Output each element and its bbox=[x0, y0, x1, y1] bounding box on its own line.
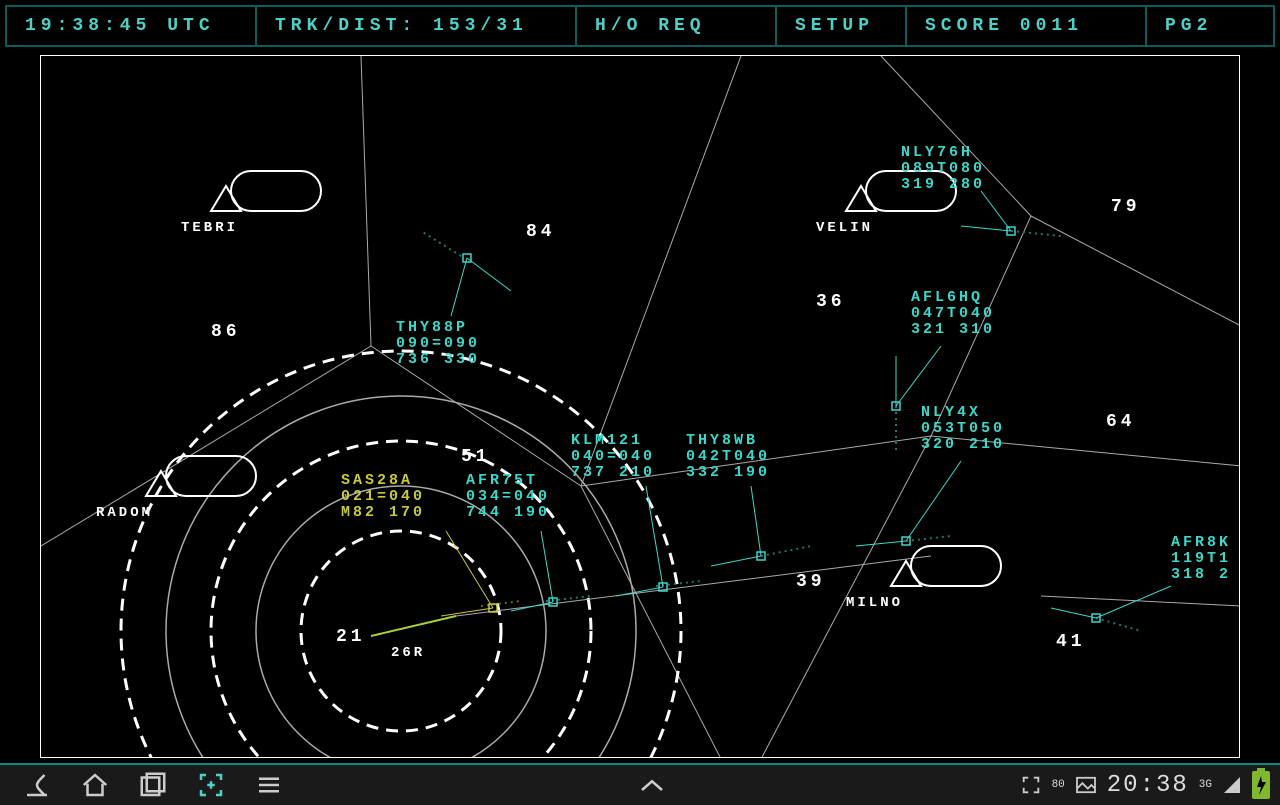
range-ring bbox=[166, 396, 636, 758]
aircraft-thy88p[interactable]: THY88P 090=090 736 330 bbox=[396, 231, 511, 368]
radar-scope[interactable]: 26R TEBRI RADOM VELIN MILNO 21 86 84 51 … bbox=[40, 55, 1240, 758]
sector-num: 21 bbox=[336, 627, 366, 647]
svg-text:053T050: 053T050 bbox=[921, 420, 1005, 437]
svg-text:AFR8K: AFR8K bbox=[1171, 534, 1231, 551]
sector-num: 41 bbox=[1056, 632, 1086, 652]
sector-num: 51 bbox=[461, 447, 491, 467]
utc-time: 19:38:45 UTC bbox=[7, 7, 257, 45]
svg-text:042T040: 042T040 bbox=[686, 448, 770, 465]
svg-text:TEBRI: TEBRI bbox=[181, 220, 238, 236]
svg-text:NLY76H: NLY76H bbox=[901, 144, 973, 161]
signal-icon bbox=[1222, 775, 1242, 795]
back-icon[interactable] bbox=[22, 770, 52, 800]
svg-text:VELIN: VELIN bbox=[816, 220, 873, 236]
sector-num: 39 bbox=[796, 572, 826, 592]
sector-num: 36 bbox=[816, 292, 846, 312]
sector-boundary bbox=[881, 56, 1031, 436]
svg-text:040=040: 040=040 bbox=[571, 448, 655, 465]
page-indicator[interactable]: PG2 bbox=[1147, 7, 1273, 45]
svg-text:THY88P: THY88P bbox=[396, 319, 468, 336]
svg-text:744 190: 744 190 bbox=[466, 504, 550, 521]
chevron-up-icon[interactable] bbox=[637, 775, 667, 795]
svg-text:321 310: 321 310 bbox=[911, 321, 995, 338]
fix-tebri: TEBRI bbox=[181, 171, 321, 236]
runway-label: 26R bbox=[391, 645, 425, 661]
fix-milno: MILNO bbox=[846, 546, 1001, 611]
sector-num: 84 bbox=[526, 222, 556, 242]
sector-boundary bbox=[1031, 216, 1240, 326]
sector-num: 64 bbox=[1106, 412, 1136, 432]
svg-text:090=090: 090=090 bbox=[396, 335, 480, 352]
svg-text:MILNO: MILNO bbox=[846, 595, 903, 611]
svg-text:NLY4X: NLY4X bbox=[921, 404, 981, 421]
handoff-request-button[interactable]: H/O REQ bbox=[577, 7, 777, 45]
svg-text:AFR75T: AFR75T bbox=[466, 472, 538, 489]
sector-boundary bbox=[581, 486, 721, 758]
fix-radom: RADOM bbox=[96, 456, 256, 521]
score-display: SCORE 0011 bbox=[907, 7, 1147, 45]
sector-num: 86 bbox=[211, 322, 241, 342]
sector-num: 79 bbox=[1111, 197, 1141, 217]
svg-text:RADOM: RADOM bbox=[96, 505, 153, 521]
aircraft-klm121[interactable]: KLM121 040=040 737 210 bbox=[571, 432, 701, 596]
menu-icon[interactable] bbox=[254, 770, 284, 800]
svg-text:737 210: 737 210 bbox=[571, 464, 655, 481]
svg-text:047T040: 047T040 bbox=[911, 305, 995, 322]
android-nav-bar: 80 20:38 3G bbox=[0, 763, 1280, 805]
svg-text:319 280: 319 280 bbox=[901, 176, 985, 193]
aircraft-nly76h[interactable]: NLY76H 089T080 319 280 bbox=[901, 144, 1061, 236]
aircraft-afr75t[interactable]: AFR75T 034=040 744 190 bbox=[466, 472, 591, 611]
system-clock: 20:38 bbox=[1107, 772, 1189, 799]
sector-boundary bbox=[371, 56, 741, 486]
svg-text:119T1: 119T1 bbox=[1171, 550, 1231, 567]
aircraft-thy8wb[interactable]: THY8WB 042T040 332 190 bbox=[686, 432, 811, 566]
svg-text:M82 170: M82 170 bbox=[341, 504, 425, 521]
sector-boundary bbox=[1041, 596, 1240, 606]
range-ring-outer bbox=[121, 351, 681, 758]
svg-text:318 2: 318 2 bbox=[1171, 566, 1231, 583]
battery-percent: 80 bbox=[1052, 779, 1065, 791]
svg-text:THY8WB: THY8WB bbox=[686, 432, 758, 449]
screenshot-icon[interactable] bbox=[196, 770, 226, 800]
svg-text:021=040: 021=040 bbox=[341, 488, 425, 505]
track-distance[interactable]: TRK/DIST: 153/31 bbox=[257, 7, 577, 45]
battery-icon bbox=[1252, 771, 1270, 799]
sector-boundary bbox=[41, 56, 371, 546]
aircraft-nly4x[interactable]: NLY4X 053T050 320 210 bbox=[856, 404, 1005, 546]
svg-text:SAS28A: SAS28A bbox=[341, 472, 413, 489]
range-ring bbox=[256, 486, 546, 758]
aircraft-afr8k[interactable]: AFR8K 119T1 318 2 bbox=[1051, 534, 1231, 631]
svg-text:AFL6HQ: AFL6HQ bbox=[911, 289, 983, 306]
svg-text:089T080: 089T080 bbox=[901, 160, 985, 177]
fullscreen-icon[interactable] bbox=[1020, 774, 1042, 796]
sector-boundary bbox=[581, 436, 1240, 486]
network-indicator: 3G bbox=[1199, 780, 1212, 791]
svg-text:034=040: 034=040 bbox=[466, 488, 550, 505]
svg-text:KLM121: KLM121 bbox=[571, 432, 643, 449]
home-icon[interactable] bbox=[80, 770, 110, 800]
svg-text:332 190: 332 190 bbox=[686, 464, 770, 481]
recent-apps-icon[interactable] bbox=[138, 770, 168, 800]
setup-button[interactable]: SETUP bbox=[777, 7, 907, 45]
gallery-icon bbox=[1075, 776, 1097, 794]
radar-svg[interactable]: 26R TEBRI RADOM VELIN MILNO 21 86 84 51 … bbox=[41, 56, 1240, 758]
svg-text:320 210: 320 210 bbox=[921, 436, 1005, 453]
runway-26r bbox=[371, 616, 456, 636]
top-status-bar: 19:38:45 UTC TRK/DIST: 153/31 H/O REQ SE… bbox=[5, 5, 1275, 47]
range-ring-inner bbox=[301, 531, 501, 731]
svg-text:736 330: 736 330 bbox=[396, 351, 480, 368]
